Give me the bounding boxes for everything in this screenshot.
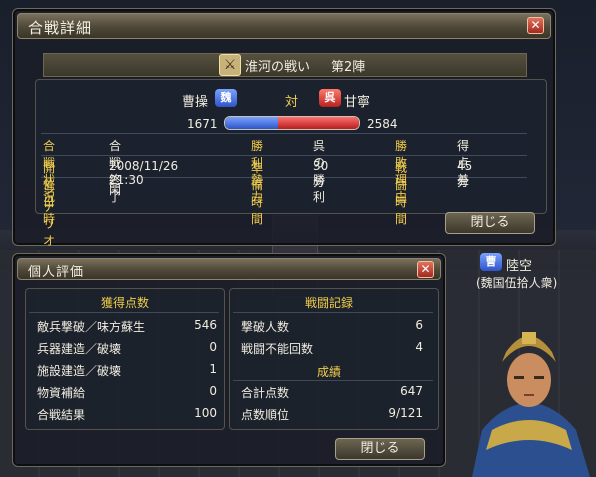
battle-result-label: 合戦結果 xyxy=(37,408,86,422)
scenario-value: 閑 xyxy=(109,183,122,197)
personal-evaluation-title: 個人評価 xyxy=(28,265,85,280)
versus-label: 対 xyxy=(285,95,299,110)
left-score: 1671 xyxy=(187,117,218,131)
score-rank-label: 点数順位 xyxy=(241,408,290,422)
right-score: 2584 xyxy=(367,117,398,131)
total-score-value: 647 xyxy=(400,384,423,398)
close-icon[interactable]: ✕ xyxy=(417,261,434,278)
total-score-label: 合計点数 xyxy=(241,386,290,400)
personal-evaluation-window: 個人評価 ✕ 獲得点数 戦闘記録 敵兵撃破／味方蘇生 546 兵器建造／破壊 0… xyxy=(12,253,446,467)
kingdom-flag-icon: 曹 xyxy=(480,253,502,271)
power-bar-wei xyxy=(225,117,278,129)
battle-time-label: 戦闘時間 xyxy=(395,161,408,226)
right-commander-name: 甘寧 xyxy=(344,95,371,110)
enemy-defeat-label: 敵兵撃破／味方蘇生 xyxy=(37,320,146,334)
divider xyxy=(233,380,433,381)
battle-detail-titlebar[interactable]: 合戦詳細 ✕ xyxy=(17,13,551,39)
record-header: 戦闘記録 xyxy=(305,296,354,310)
character-unit: (魏国伍拾人衆) xyxy=(476,276,558,290)
left-commander-name: 曹操 xyxy=(182,95,209,110)
crossed-swords-icon: ⚔ xyxy=(219,54,241,76)
divider xyxy=(29,312,219,313)
enemy-defeat-value: 546 xyxy=(194,318,217,332)
power-balance-bar xyxy=(224,116,360,130)
close-button[interactable]: 閉じる xyxy=(445,212,535,234)
battle-detail-title: 合戦詳細 xyxy=(28,19,93,37)
supply-label: 物資補給 xyxy=(37,386,86,400)
prep-time-label: 準備時間 xyxy=(251,161,264,226)
score-header: 獲得点数 xyxy=(101,296,150,310)
battle-time-value: 45分 xyxy=(457,159,473,189)
facility-build-value: 1 xyxy=(209,362,217,376)
battle-round: 第2陣 xyxy=(331,60,366,75)
score-rank-value: 9/121 xyxy=(388,406,423,420)
battle-name: 淮河の戦い xyxy=(245,60,311,75)
wu-kingdom-icon: 呉 xyxy=(319,89,341,107)
scenario-label: シナリオ xyxy=(43,183,56,248)
close-button[interactable]: 閉じる xyxy=(335,438,425,460)
kills-label: 撃破人数 xyxy=(241,320,290,334)
character-portrait xyxy=(472,332,590,477)
battle-detail-window: 合戦詳細 ✕ ⚔ 淮河の戦い 第2陣 曹操 魏 対 呉 甘寧 1671 2584… xyxy=(12,8,556,248)
divider xyxy=(233,312,433,313)
kills-value: 6 xyxy=(415,318,423,332)
prep-time-value: 30分 xyxy=(313,159,329,189)
weapon-build-value: 0 xyxy=(209,340,217,354)
battle-result-value: 100 xyxy=(194,406,217,420)
weapon-build-label: 兵器建造／破壊 xyxy=(37,342,122,356)
result-header: 成績 xyxy=(317,365,342,379)
character-name: 陸空 xyxy=(506,259,533,274)
knockouts-value: 4 xyxy=(415,340,423,354)
facility-build-label: 施設建造／破壊 xyxy=(37,364,122,378)
supply-value: 0 xyxy=(209,384,217,398)
wei-kingdom-icon: 魏 xyxy=(215,89,237,107)
personal-evaluation-titlebar[interactable]: 個人評価 ✕ xyxy=(17,258,441,280)
power-bar-wu xyxy=(277,117,359,129)
knockouts-label: 戦闘不能回数 xyxy=(241,342,314,356)
close-icon[interactable]: ✕ xyxy=(527,17,544,34)
row-divider xyxy=(41,133,527,134)
